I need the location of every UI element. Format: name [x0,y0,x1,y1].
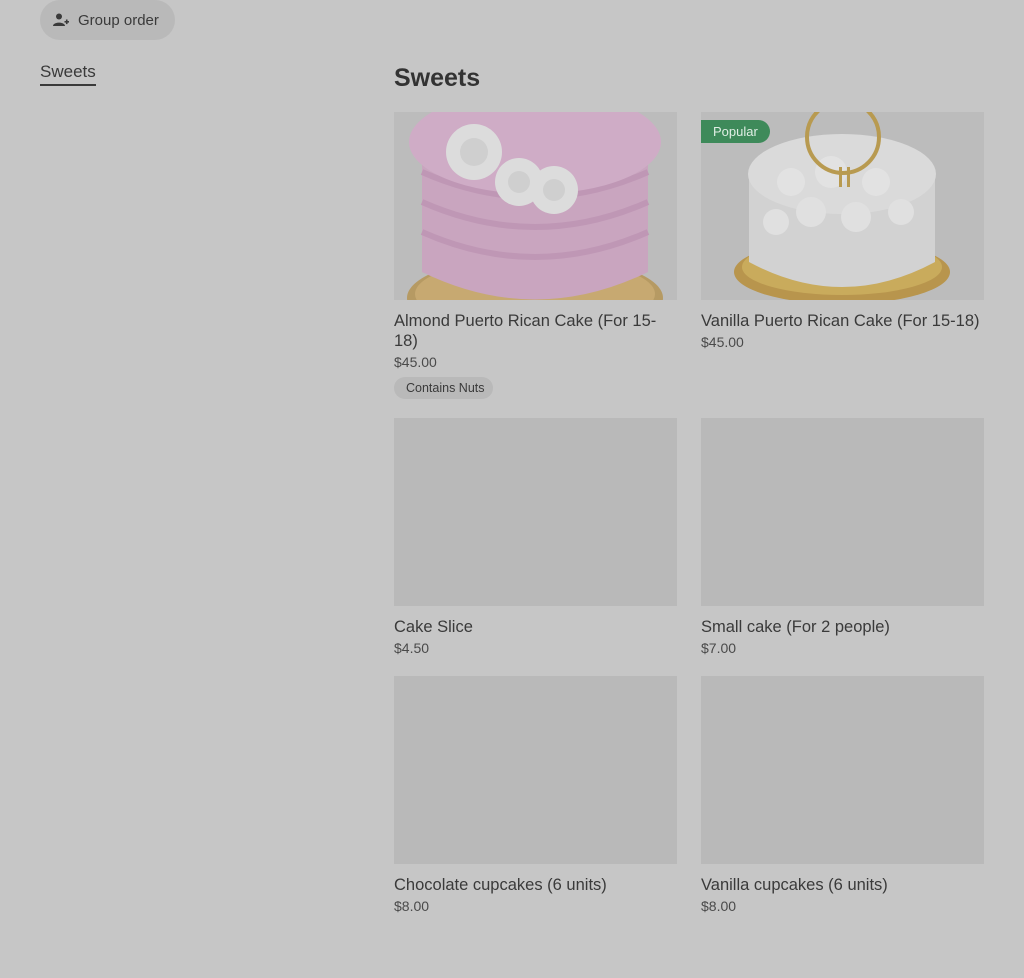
item-name: Vanilla cupcakes (6 units) [701,876,888,894]
page: Group order Sweets Sweets Almond Puerto … [0,0,1024,978]
group-order-button[interactable]: Group order [40,0,175,40]
dietary-tag: Contains Nuts [394,377,493,399]
menu-item-card[interactable]: Almond Puerto Rican Cake (For 15-18) $45… [394,112,677,399]
item-name: Small cake (For 2 people) [701,618,890,636]
menu-item-card[interactable]: Chocolate cupcakes (6 units) $8.00 [394,676,677,914]
item-name: Cake Slice [394,618,473,636]
add-person-icon [52,11,70,29]
item-price: $8.00 [701,898,737,914]
item-name: Vanilla Puerto Rican Cake (For 15-18) [701,312,980,330]
item-image-placeholder [394,676,677,864]
item-image-placeholder [701,418,984,606]
group-order-label: Group order [78,11,159,29]
item-price: $45.00 [701,334,744,350]
item-price: $7.00 [701,640,737,656]
category-nav: Sweets [40,62,96,86]
item-image-placeholder [394,418,677,606]
item-image-placeholder [701,676,984,864]
item-price: $8.00 [394,898,430,914]
menu-item-card[interactable]: Popular Vanilla Puerto Rican Cake (For 1… [701,112,984,350]
section-title: Sweets [394,64,481,92]
popular-badge: Popular [701,120,770,143]
item-name: Chocolate cupcakes (6 units) [394,876,607,894]
item-image: Popular [701,112,984,300]
sidebar-item-sweets[interactable]: Sweets [40,62,96,86]
item-price: $45.00 [394,354,437,370]
item-price: $4.50 [394,640,430,656]
item-image [394,112,677,300]
item-name: Almond Puerto Rican Cake (For 15-18) [394,312,657,350]
menu-item-card[interactable]: Small cake (For 2 people) $7.00 [701,418,984,656]
menu-item-card[interactable]: Vanilla cupcakes (6 units) $8.00 [701,676,984,914]
menu-item-card[interactable]: Cake Slice $4.50 [394,418,677,656]
